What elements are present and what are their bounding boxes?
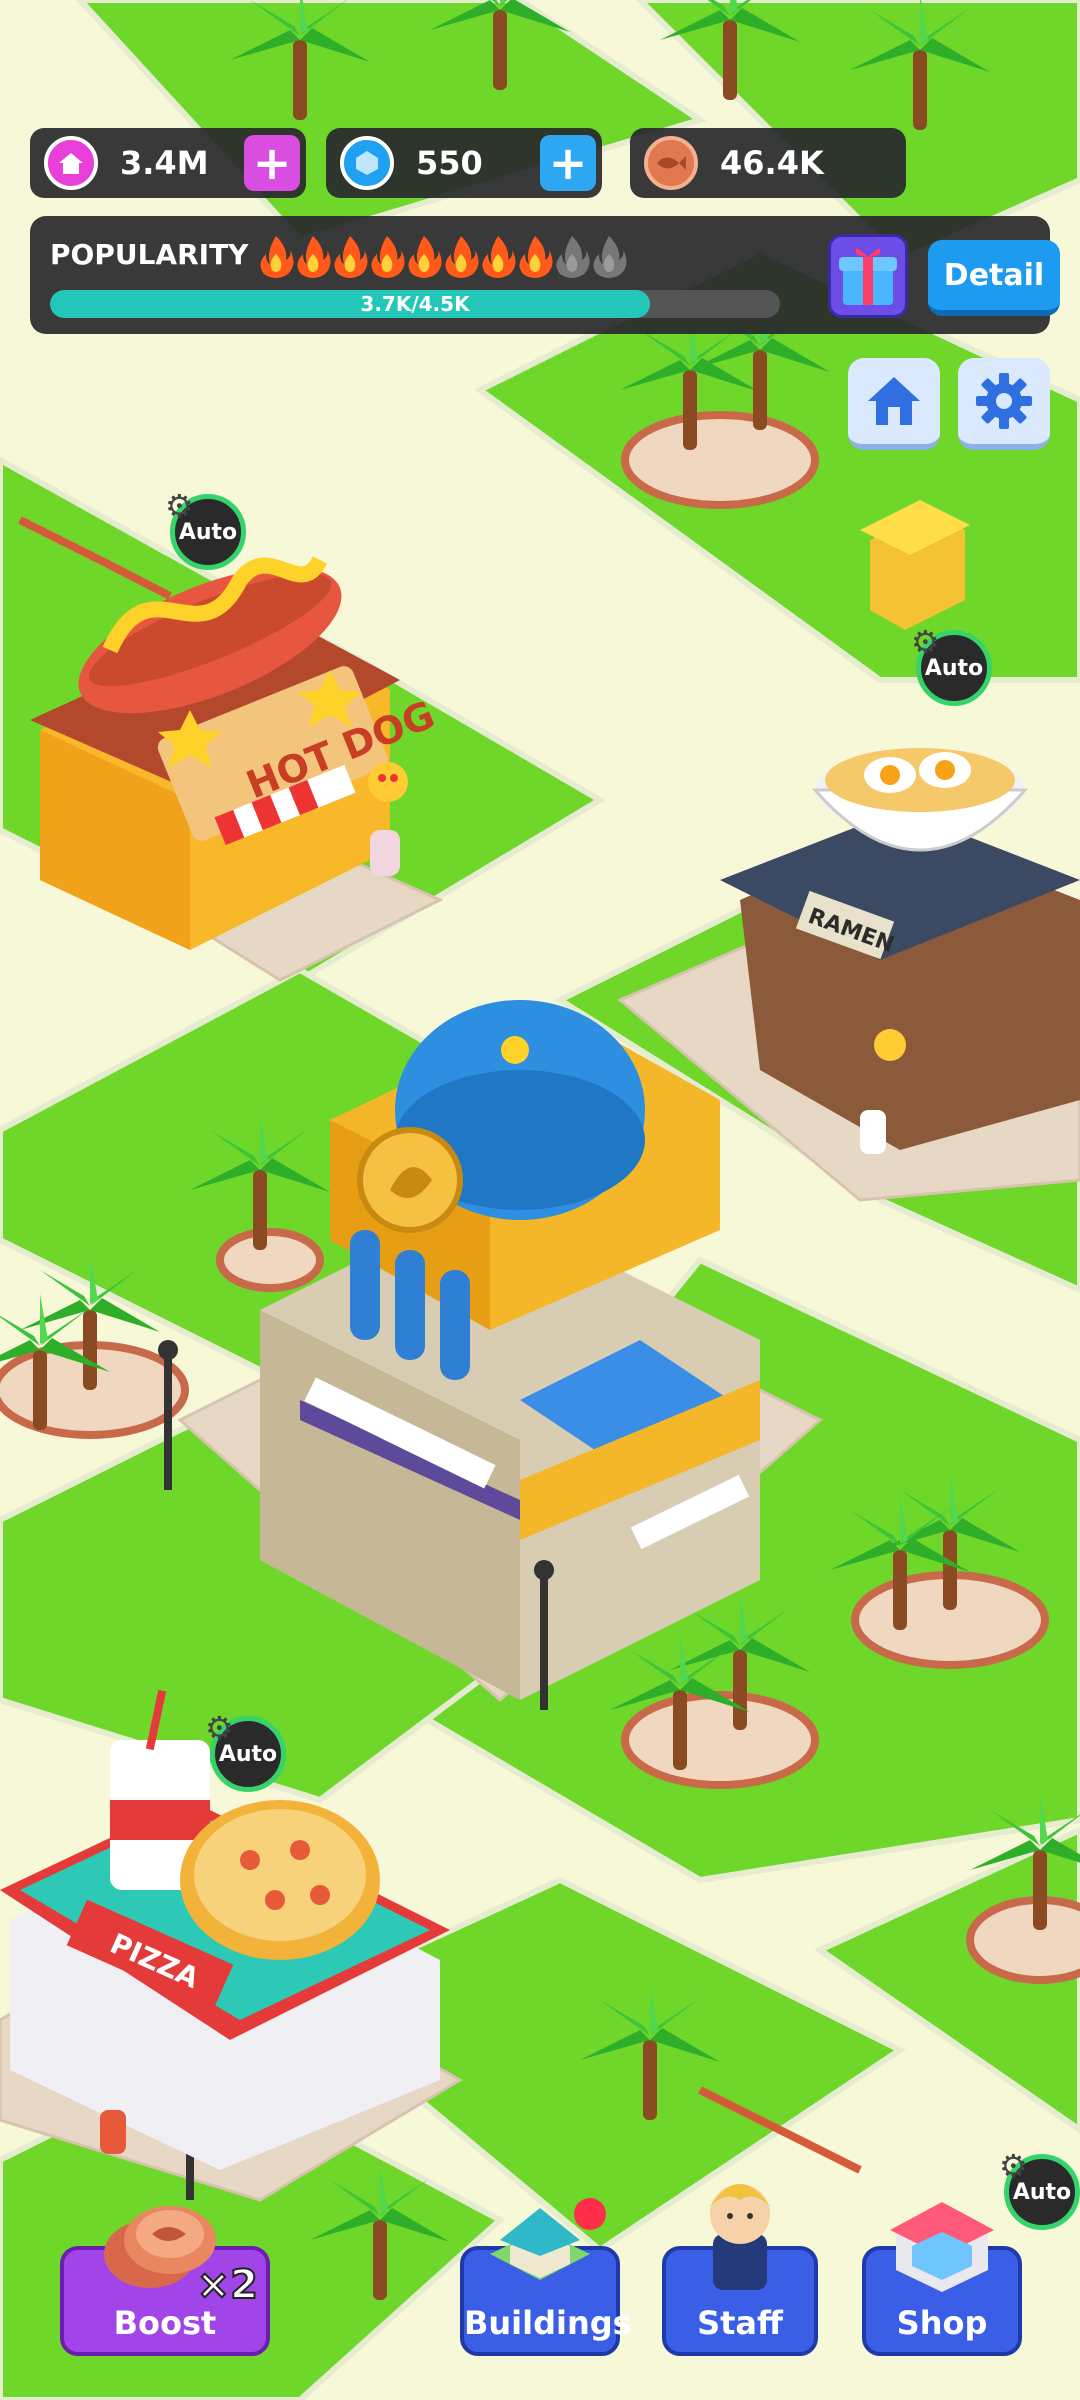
flame-icon-lit (295, 234, 335, 280)
boost-multiplier-badge: ×2 (196, 2261, 259, 2309)
gear-icon (976, 373, 1032, 429)
fish-coin-icon (644, 136, 698, 190)
shop-button[interactable]: Shop (862, 2202, 1022, 2356)
buildings-button[interactable]: Buildings (460, 2198, 632, 2356)
flame-icon-lit (480, 234, 520, 280)
popularity-label: POPULARITY (50, 238, 249, 271)
boost-label: Boost (113, 2304, 217, 2342)
flame-icon-lit (517, 234, 557, 280)
flame-icon-lit (369, 234, 409, 280)
gear-icon: ⚙ (999, 2147, 1028, 2185)
flame-icon-unlit (554, 234, 594, 280)
gear-icon: ⚙ (165, 487, 194, 525)
house-coin-icon (44, 136, 98, 190)
gear-icon: ⚙ (911, 623, 940, 661)
popularity-panel: POPULARITY 3.7K/4.5K Detail (30, 216, 1060, 334)
boost-button[interactable]: ×2 Boost (60, 2206, 270, 2356)
auto-badge-pizza[interactable]: ⚙ Auto (205, 1709, 286, 1792)
gem-icon (340, 136, 394, 190)
auto-badge-bottom-right[interactable]: ⚙ Auto (999, 2147, 1080, 2230)
gift-button[interactable] (828, 234, 908, 318)
popularity-progress-bar: 3.7K/4.5K (50, 290, 780, 318)
cash-value: 3.4M (120, 144, 209, 182)
gift-icon (839, 248, 897, 305)
auto-badge-hotdog[interactable]: ⚙ Auto (165, 487, 246, 570)
flame-icon-lit (406, 234, 446, 280)
fish-coin-counter: 46.4K (630, 128, 906, 198)
gems-value: 550 (416, 144, 483, 182)
buildings-icon (470, 2184, 610, 2294)
flame-icon-unlit (591, 234, 631, 280)
cash-counter: 3.4M + (30, 128, 306, 198)
flame-icon-lit (258, 234, 298, 280)
buildings-label: Buildings (464, 2304, 632, 2342)
staff-icon (685, 2164, 795, 2294)
settings-button[interactable] (958, 358, 1050, 450)
gems-counter: 550 + (326, 128, 602, 198)
auto-badge-kiosk[interactable]: ⚙ Auto (911, 623, 992, 706)
home-button[interactable] (848, 358, 940, 450)
add-cash-button[interactable]: + (244, 135, 300, 191)
gear-icon: ⚙ (205, 1709, 234, 1747)
staff-button[interactable]: Staff (662, 2184, 818, 2356)
shop-icon (872, 2184, 1012, 2294)
home-icon (868, 377, 920, 425)
popularity-progress-text: 3.7K/4.5K (360, 292, 470, 316)
flame-icon-lit (443, 234, 483, 280)
staff-label: Staff (697, 2304, 783, 2342)
fish-coin-value: 46.4K (720, 144, 824, 182)
add-gems-button[interactable]: + (540, 135, 596, 191)
shop-label: Shop (896, 2304, 988, 2342)
flame-icon-lit (332, 234, 372, 280)
detail-button[interactable]: Detail (928, 240, 1060, 316)
